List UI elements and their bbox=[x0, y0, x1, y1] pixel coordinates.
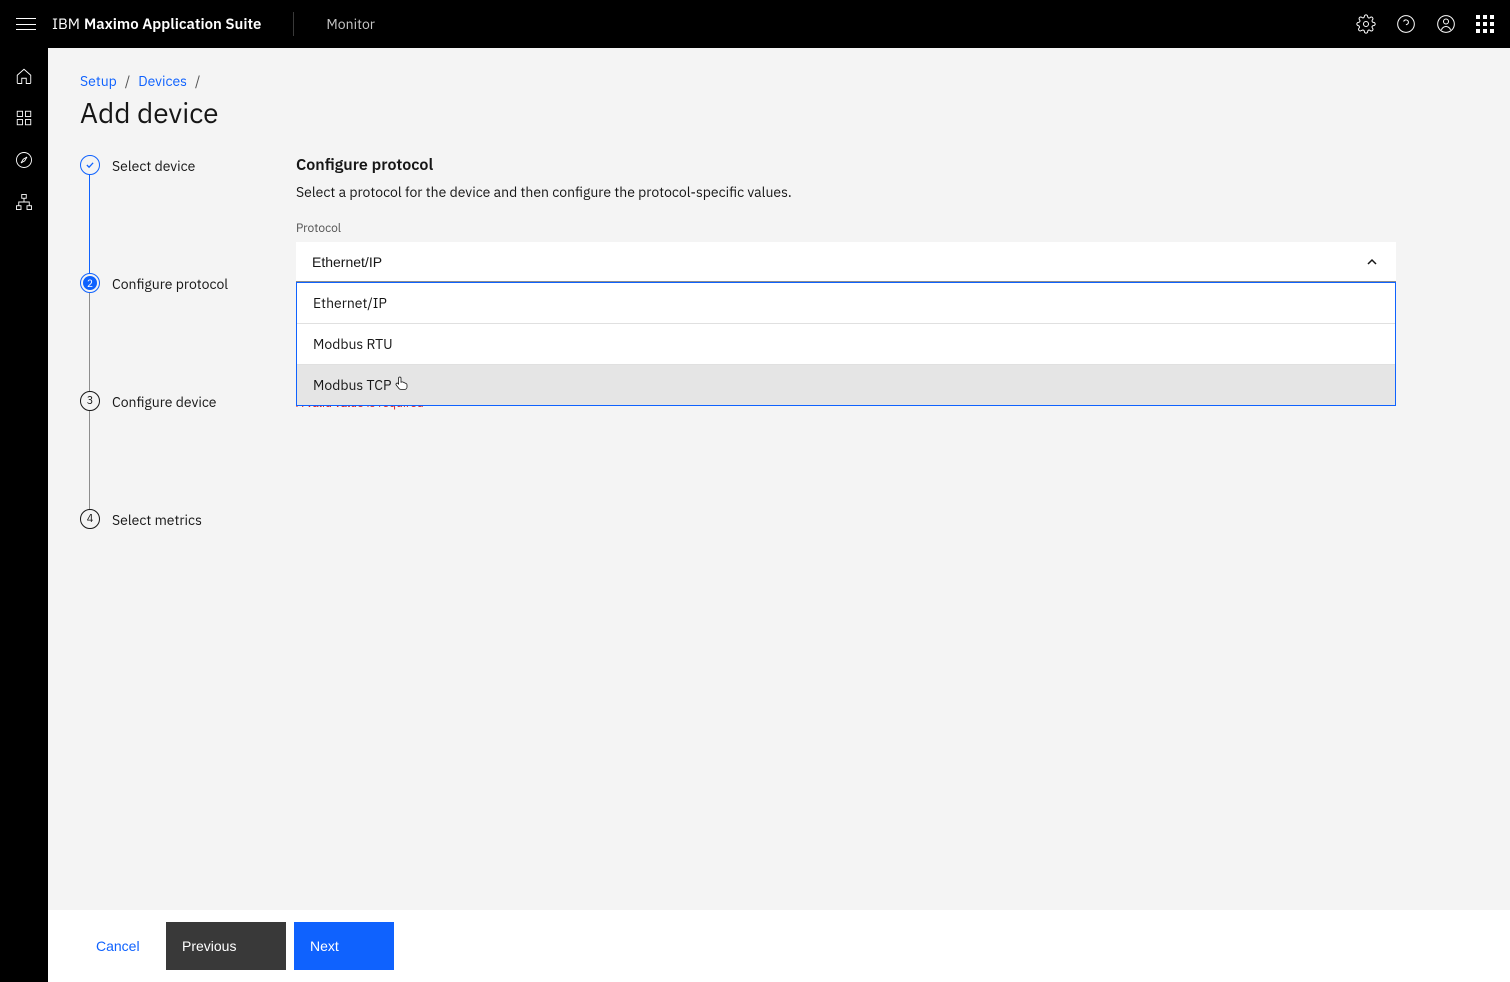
explore-icon[interactable] bbox=[14, 150, 34, 170]
cancel-button[interactable]: Cancel bbox=[80, 922, 158, 970]
next-button[interactable]: Next bbox=[294, 922, 394, 970]
settings-icon[interactable] bbox=[1356, 14, 1376, 34]
breadcrumb-setup[interactable]: Setup bbox=[80, 72, 117, 90]
step-label: Select device bbox=[112, 155, 195, 175]
brand-name: Maximo Application Suite bbox=[84, 15, 261, 34]
protocol-option-modbus-tcp[interactable]: Modbus TCP bbox=[297, 365, 1395, 405]
previous-button[interactable]: Previous bbox=[166, 922, 286, 970]
option-label: Modbus TCP bbox=[313, 376, 391, 394]
step-label: Configure device bbox=[112, 391, 217, 411]
section-desc: Select a protocol for the device and the… bbox=[296, 183, 1396, 201]
breadcrumb-sep: / bbox=[125, 72, 130, 90]
step-label: Configure protocol bbox=[112, 273, 228, 293]
chevron-up-icon bbox=[1364, 254, 1380, 270]
hierarchy-icon[interactable] bbox=[14, 192, 34, 212]
header-divider bbox=[293, 12, 294, 36]
left-nav bbox=[0, 48, 48, 982]
step-label: Select metrics bbox=[112, 509, 202, 529]
app-label: Monitor bbox=[326, 15, 375, 33]
dropdown-selected-value: Ethernet/IP bbox=[312, 254, 382, 270]
step-number: 3 bbox=[87, 394, 94, 408]
home-icon[interactable] bbox=[14, 66, 34, 86]
page-title: Add device bbox=[80, 94, 1478, 131]
step-configure-protocol[interactable]: 2 Configure protocol bbox=[80, 273, 240, 293]
breadcrumb: Setup / Devices / bbox=[80, 72, 1478, 90]
help-icon[interactable] bbox=[1396, 14, 1416, 34]
step-configure-device: 3 Configure device bbox=[80, 391, 240, 411]
app-switcher-icon[interactable] bbox=[1476, 15, 1494, 33]
protocol-dropdown-menu: Ethernet/IP Modbus RTU Modbus TCP bbox=[296, 282, 1396, 406]
progress-steps: Select device 2 Configure protocol 3 bbox=[80, 155, 240, 529]
brand-prefix: IBM bbox=[52, 15, 80, 34]
step-select-device[interactable]: Select device bbox=[80, 155, 240, 175]
protocol-option-ethernet-ip[interactable]: Ethernet/IP bbox=[297, 283, 1395, 324]
step-number: 4 bbox=[87, 512, 94, 526]
protocol-dropdown-trigger[interactable]: Ethernet/IP bbox=[296, 242, 1396, 282]
breadcrumb-sep: / bbox=[195, 72, 200, 90]
menu-icon[interactable] bbox=[16, 14, 36, 34]
step-select-metrics: 4 Select metrics bbox=[80, 509, 240, 529]
field-label-protocol: Protocol bbox=[296, 221, 1396, 236]
user-icon[interactable] bbox=[1436, 14, 1456, 34]
dashboard-icon[interactable] bbox=[14, 108, 34, 128]
page: Setup / Devices / Add device Select devi… bbox=[48, 48, 1510, 982]
cursor-hand-icon bbox=[393, 375, 409, 391]
protocol-option-modbus-rtu[interactable]: Modbus RTU bbox=[297, 324, 1395, 365]
wizard-footer: Cancel Previous Next bbox=[48, 910, 1510, 982]
breadcrumb-devices[interactable]: Devices bbox=[138, 72, 187, 90]
top-header: IBM Maximo Application Suite Monitor bbox=[0, 0, 1510, 48]
section-title: Configure protocol bbox=[296, 155, 1396, 175]
wizard-content: Configure protocol Select a protocol for… bbox=[296, 155, 1396, 529]
protocol-dropdown: Ethernet/IP Ethernet/IP Modbus RTU Modbu… bbox=[296, 242, 1396, 282]
brand: IBM Maximo Application Suite bbox=[52, 15, 261, 34]
